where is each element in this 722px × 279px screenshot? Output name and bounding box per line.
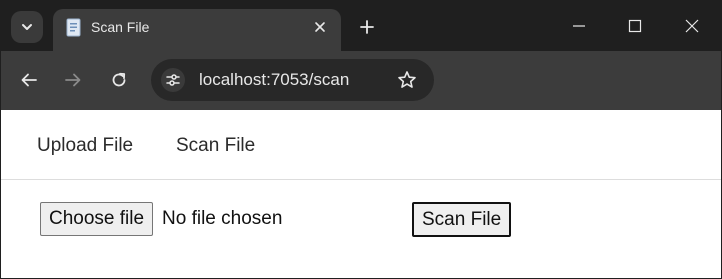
tab-close-button[interactable]: [311, 18, 329, 36]
site-info-button[interactable]: [161, 68, 185, 92]
reload-icon: [112, 72, 126, 87]
close-icon: [315, 22, 325, 32]
file-status-text: No file chosen: [162, 208, 283, 229]
chevron-down-icon: [22, 24, 32, 30]
maximize-button[interactable]: [620, 11, 650, 41]
bookmark-button[interactable]: [396, 69, 418, 91]
arrow-right-icon: [65, 73, 81, 87]
page-navbar: Upload File Scan File: [1, 110, 721, 180]
tune-icon: [166, 74, 180, 86]
scan-file-button[interactable]: Scan File: [412, 202, 512, 237]
page-content: Upload File Scan File Choose file No fil…: [1, 110, 721, 278]
close-window-button[interactable]: [677, 11, 707, 41]
forward-button[interactable]: [59, 66, 87, 94]
url-text[interactable]: localhost:7053/scan: [199, 70, 349, 90]
minimize-icon: [573, 25, 585, 27]
arrow-left-icon: [21, 73, 37, 87]
tab-strip: Scan File: [1, 1, 721, 51]
maximize-icon: [628, 19, 642, 33]
plus-icon: [360, 20, 374, 34]
reload-button[interactable]: [105, 66, 133, 94]
document-icon: [66, 18, 81, 37]
address-bar[interactable]: localhost:7053/scan: [151, 59, 434, 101]
nav-link-scan-file[interactable]: Scan File: [176, 135, 255, 157]
browser-window: Scan File localhost:7053/scan Upload Fil…: [0, 0, 722, 279]
close-icon: [685, 19, 699, 33]
tab-title: Scan File: [91, 19, 150, 35]
tab-search-button[interactable]: [11, 11, 43, 43]
minimize-button[interactable]: [564, 11, 594, 41]
star-icon: [398, 71, 416, 88]
tab-scan-file[interactable]: Scan File: [53, 9, 341, 51]
new-tab-button[interactable]: [355, 15, 379, 39]
browser-toolbar: localhost:7053/scan: [1, 51, 721, 110]
nav-link-upload-file[interactable]: Upload File: [37, 135, 133, 157]
back-button[interactable]: [15, 66, 43, 94]
choose-file-button[interactable]: Choose file: [40, 202, 154, 236]
